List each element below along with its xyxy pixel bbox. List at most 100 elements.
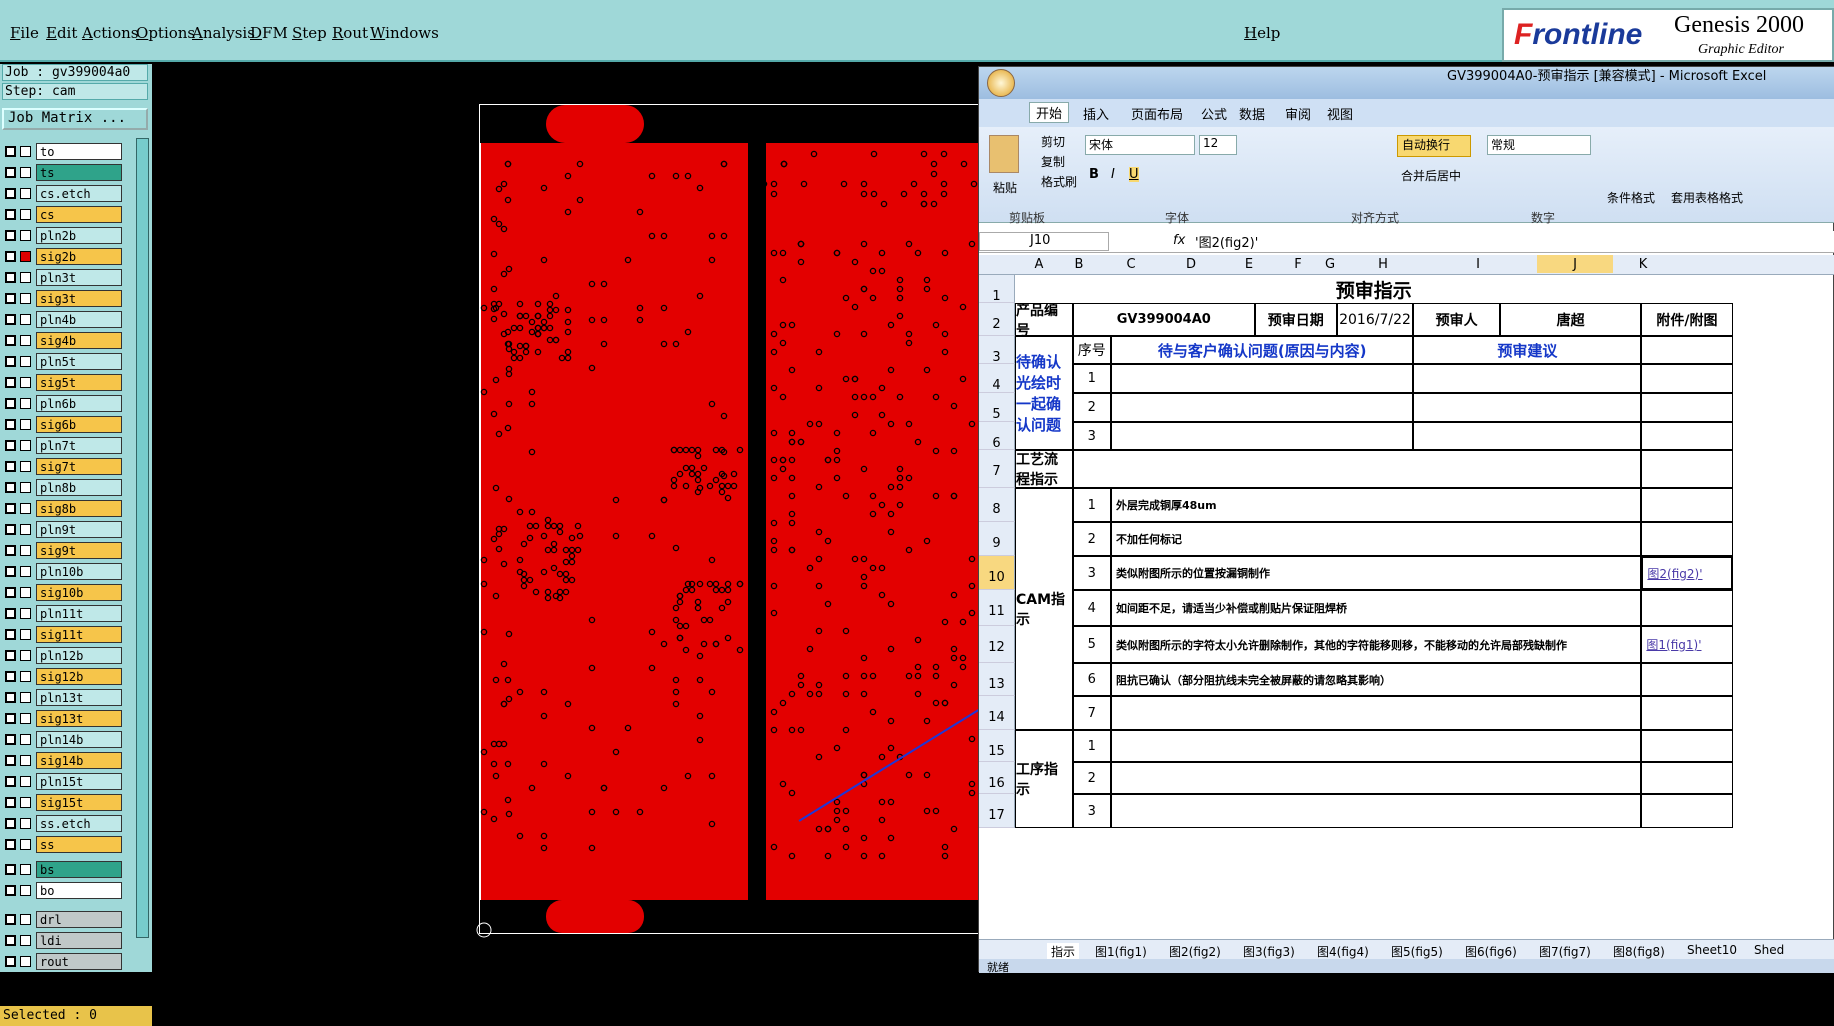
ribbon-tab[interactable]: 视图: [1327, 104, 1353, 123]
layer-work-checkbox[interactable]: [5, 713, 16, 724]
layer-row[interactable]: pln8b: [2, 478, 134, 499]
layer-name[interactable]: cs: [36, 206, 122, 223]
layer-name[interactable]: sig8b: [36, 500, 122, 517]
layer-work-checkbox[interactable]: [5, 293, 16, 304]
layer-name[interactable]: sig4b: [36, 332, 122, 349]
layer-display-checkbox[interactable]: [20, 629, 31, 640]
row-header[interactable]: 3: [979, 336, 1015, 365]
layer-work-checkbox[interactable]: [5, 440, 16, 451]
row-header[interactable]: 10: [979, 556, 1015, 590]
ribbon-tab[interactable]: 开始: [1029, 102, 1070, 123]
proc-item-cell[interactable]: [1111, 730, 1642, 762]
layer-row[interactable]: sig15t: [2, 793, 134, 814]
row-header[interactable]: 14: [979, 696, 1015, 730]
ribbon-tab[interactable]: 公式: [1201, 104, 1227, 123]
issue-cell[interactable]: [1111, 364, 1414, 393]
layer-row[interactable]: pln3t: [2, 268, 134, 289]
layer-display-checkbox[interactable]: [20, 935, 31, 946]
layer-display-checkbox[interactable]: [20, 755, 31, 766]
seq-cell[interactable]: 3: [1072, 556, 1111, 590]
sheet-tab[interactable]: 图2(fig2): [1169, 943, 1221, 960]
layer-row[interactable]: cs.etch: [2, 184, 134, 205]
attach-cell[interactable]: [1641, 794, 1733, 828]
layer-row[interactable]: sig11t: [2, 625, 134, 646]
layer-row[interactable]: pln12b: [2, 646, 134, 667]
layer-row[interactable]: pln15t: [2, 772, 134, 793]
seq-cell[interactable]: 2: [1072, 522, 1111, 556]
layer-row[interactable]: to: [2, 142, 134, 163]
layer-display-checkbox[interactable]: [20, 188, 31, 199]
layer-display-checkbox[interactable]: [20, 209, 31, 220]
process-label-cell[interactable]: 工艺流程指示: [1015, 450, 1073, 488]
layer-name[interactable]: pln15t: [36, 773, 122, 790]
layer-work-checkbox[interactable]: [5, 272, 16, 283]
row-header[interactable]: 9: [979, 522, 1015, 556]
paste-label[interactable]: 粘贴: [993, 179, 1017, 196]
layer-display-checkbox[interactable]: [20, 482, 31, 493]
layer-name[interactable]: drl: [36, 911, 122, 928]
ribbon-tab[interactable]: 页面布局: [1131, 104, 1183, 123]
issue-header-cell[interactable]: 待与客户确认问题(原因与内容): [1111, 336, 1414, 364]
layer-work-checkbox[interactable]: [5, 776, 16, 787]
column-header[interactable]: A: [1015, 257, 1063, 272]
layer-display-checkbox[interactable]: [20, 272, 31, 283]
layer-display-checkbox[interactable]: [20, 818, 31, 829]
layer-display-checkbox[interactable]: [20, 864, 31, 875]
menu-actions[interactable]: Actions: [82, 24, 138, 42]
column-header[interactable]: E: [1215, 257, 1283, 272]
layer-name[interactable]: pln10b: [36, 563, 122, 580]
layer-work-checkbox[interactable]: [5, 503, 16, 514]
layer-name[interactable]: sig12b: [36, 668, 122, 685]
layer-display-checkbox[interactable]: [20, 956, 31, 967]
layer-row[interactable]: sig2b: [2, 247, 134, 268]
layer-row[interactable]: sig5t: [2, 373, 134, 394]
layer-row[interactable]: sig4b: [2, 331, 134, 352]
row-header[interactable]: 16: [979, 762, 1015, 794]
row-header[interactable]: 12: [979, 626, 1015, 663]
layer-name[interactable]: pln7t: [36, 437, 122, 454]
attach-cell[interactable]: [1641, 663, 1733, 696]
font-name-select[interactable]: 宋体: [1085, 135, 1195, 155]
layer-row[interactable]: drl: [2, 910, 134, 931]
layer-display-checkbox[interactable]: [20, 146, 31, 157]
attach-cell[interactable]: [1641, 488, 1733, 522]
menu-dfm[interactable]: DFM: [250, 24, 288, 42]
layer-display-checkbox[interactable]: [20, 524, 31, 535]
layer-display-checkbox[interactable]: [20, 797, 31, 808]
ribbon-tab[interactable]: 数据: [1239, 104, 1265, 123]
layer-row[interactable]: bo: [2, 881, 134, 902]
row-header[interactable]: 13: [979, 663, 1015, 696]
sheet-tab[interactable]: 图6(fig6): [1465, 943, 1517, 960]
column-header[interactable]: K: [1613, 257, 1673, 272]
seq-cell[interactable]: 3: [1072, 422, 1111, 450]
layer-name[interactable]: sig11t: [36, 626, 122, 643]
row-header[interactable]: 15: [979, 730, 1015, 762]
layer-row[interactable]: sig3t: [2, 289, 134, 310]
layer-work-checkbox[interactable]: [5, 629, 16, 640]
sheet-tab[interactable]: 指示: [1047, 943, 1080, 960]
confirm-label-cell[interactable]: 待确认光绘时一起确认问题: [1015, 336, 1073, 450]
layer-display-checkbox[interactable]: [20, 377, 31, 388]
sheet-tab[interactable]: Shed: [1754, 943, 1784, 957]
layer-name[interactable]: pln11t: [36, 605, 122, 622]
layer-row[interactable]: pln14b: [2, 730, 134, 751]
product-label-cell[interactable]: 产品编号: [1015, 303, 1073, 336]
layer-name[interactable]: ts: [36, 164, 122, 181]
sheet-tab[interactable]: 图7(fig7): [1539, 943, 1591, 960]
layer-name[interactable]: pln8b: [36, 479, 122, 496]
layer-row[interactable]: sig7t: [2, 457, 134, 478]
layer-name[interactable]: pln13t: [36, 689, 122, 706]
menu-options[interactable]: Options: [136, 24, 195, 42]
advice-cell[interactable]: [1413, 393, 1642, 422]
issue-cell[interactable]: [1111, 393, 1414, 422]
layer-name[interactable]: sig14b: [36, 752, 122, 769]
graphic-canvas[interactable]: [154, 64, 980, 970]
layer-work-checkbox[interactable]: [5, 335, 16, 346]
layer-display-checkbox[interactable]: [20, 503, 31, 514]
layer-work-checkbox[interactable]: [5, 818, 16, 829]
row-header[interactable]: 11: [979, 590, 1015, 626]
cam-item-cell[interactable]: 类似附图所示的字符太小允许删除制作，其他的字符能移则移，不能移动的允许局部残缺制…: [1111, 626, 1642, 663]
layer-work-checkbox[interactable]: [5, 524, 16, 535]
layer-work-checkbox[interactable]: [5, 566, 16, 577]
layer-work-checkbox[interactable]: [5, 167, 16, 178]
